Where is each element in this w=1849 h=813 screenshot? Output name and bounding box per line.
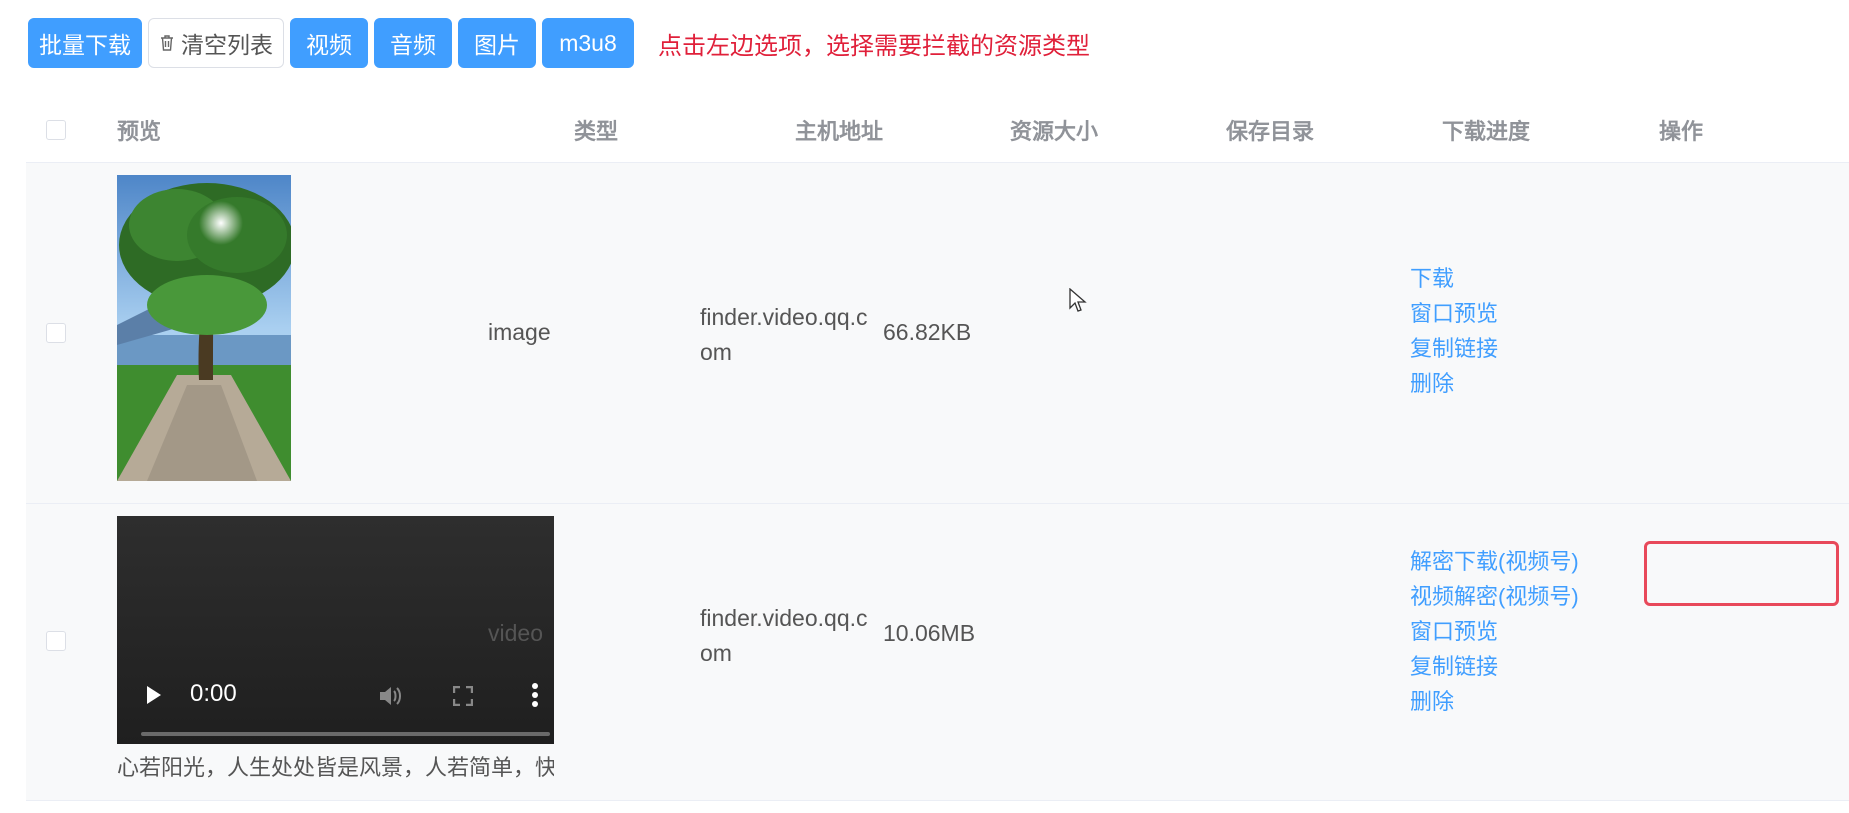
row-checkbox[interactable]: [46, 631, 66, 651]
filter-image-button[interactable]: 图片: [458, 18, 536, 68]
host-line: finder.video.qq.c: [700, 304, 868, 330]
host-line: om: [700, 640, 732, 666]
select-all-checkbox[interactable]: [46, 120, 66, 140]
col-progress: 下载进度: [1442, 119, 1531, 144]
more-options-icon[interactable]: [531, 682, 539, 713]
copy-link-link[interactable]: 复制链接: [1410, 649, 1579, 684]
video-time: 0:00: [190, 680, 237, 707]
col-size: 资源大小: [1010, 119, 1099, 144]
col-type: 类型: [574, 119, 619, 144]
filter-audio-button[interactable]: 音频: [374, 18, 452, 68]
filter-m3u8-button[interactable]: m3u8: [542, 18, 634, 68]
clear-list-button[interactable]: 清空列表: [148, 18, 284, 68]
copy-link-link[interactable]: 复制链接: [1410, 331, 1498, 366]
table-row: 0:00 心若阳光，人生处处皆是风景，人若简单，快乐 video finder.…: [26, 504, 1849, 801]
batch-download-button[interactable]: 批量下载: [28, 18, 142, 68]
video-progress-bar[interactable]: [141, 732, 550, 736]
actions-cell: 下载 窗口预览 复制链接 删除: [1410, 261, 1498, 401]
download-link[interactable]: 下载: [1410, 261, 1498, 296]
window-preview-link[interactable]: 窗口预览: [1410, 614, 1579, 649]
col-preview: 预览: [117, 119, 162, 144]
preview-thumbnail[interactable]: [117, 175, 291, 481]
delete-link[interactable]: 删除: [1410, 366, 1498, 401]
mouse-cursor-icon: [1069, 287, 1087, 319]
hint-text: 点击左边选项，选择需要拦截的资源类型: [658, 32, 1090, 60]
host-line: om: [700, 339, 732, 365]
host-line: finder.video.qq.c: [700, 605, 868, 631]
type-cell: image: [488, 319, 551, 345]
clear-list-label: 清空列表: [181, 32, 273, 58]
actions-cell: 解密下载(视频号) 视频解密(视频号) 窗口预览 复制链接 删除: [1410, 544, 1579, 719]
play-icon[interactable]: [145, 684, 163, 711]
host-cell: finder.video.qq.c om: [700, 300, 868, 370]
delete-link[interactable]: 删除: [1410, 684, 1579, 719]
fullscreen-icon[interactable]: [452, 685, 474, 711]
row-checkbox[interactable]: [46, 323, 66, 343]
highlight-box: [1644, 541, 1839, 606]
col-host: 主机地址: [795, 119, 884, 144]
toolbar: 批量下载 清空列表 视频 音频 图片 m3u8 点击左边选项，选择需要拦截的资源…: [28, 18, 1090, 68]
trash-icon: [159, 34, 175, 52]
window-preview-link[interactable]: 窗口预览: [1410, 296, 1498, 331]
type-cell: video: [488, 620, 543, 646]
resource-table: 预览 类型 主机地址 资源大小 保存目录 下载进度 操作 image finde…: [26, 98, 1849, 801]
filter-video-button[interactable]: 视频: [290, 18, 368, 68]
decrypt-download-link[interactable]: 解密下载(视频号): [1410, 544, 1579, 579]
col-save-dir: 保存目录: [1226, 119, 1315, 144]
video-controls: 0:00: [117, 664, 554, 744]
volume-icon[interactable]: [378, 684, 404, 713]
host-cell: finder.video.qq.c om: [700, 601, 868, 671]
size-cell: 10.06MB: [883, 620, 976, 646]
col-actions: 操作: [1659, 119, 1704, 144]
table-header: 预览 类型 主机地址 资源大小 保存目录 下载进度 操作: [26, 98, 1849, 163]
video-caption: 心若阳光，人生处处皆是风景，人若简单，快乐: [117, 755, 554, 780]
table-row: image finder.video.qq.c om 66.82KB 下载 窗口…: [26, 163, 1849, 504]
video-decrypt-link[interactable]: 视频解密(视频号): [1410, 579, 1579, 614]
size-cell: 66.82KB: [883, 319, 972, 345]
